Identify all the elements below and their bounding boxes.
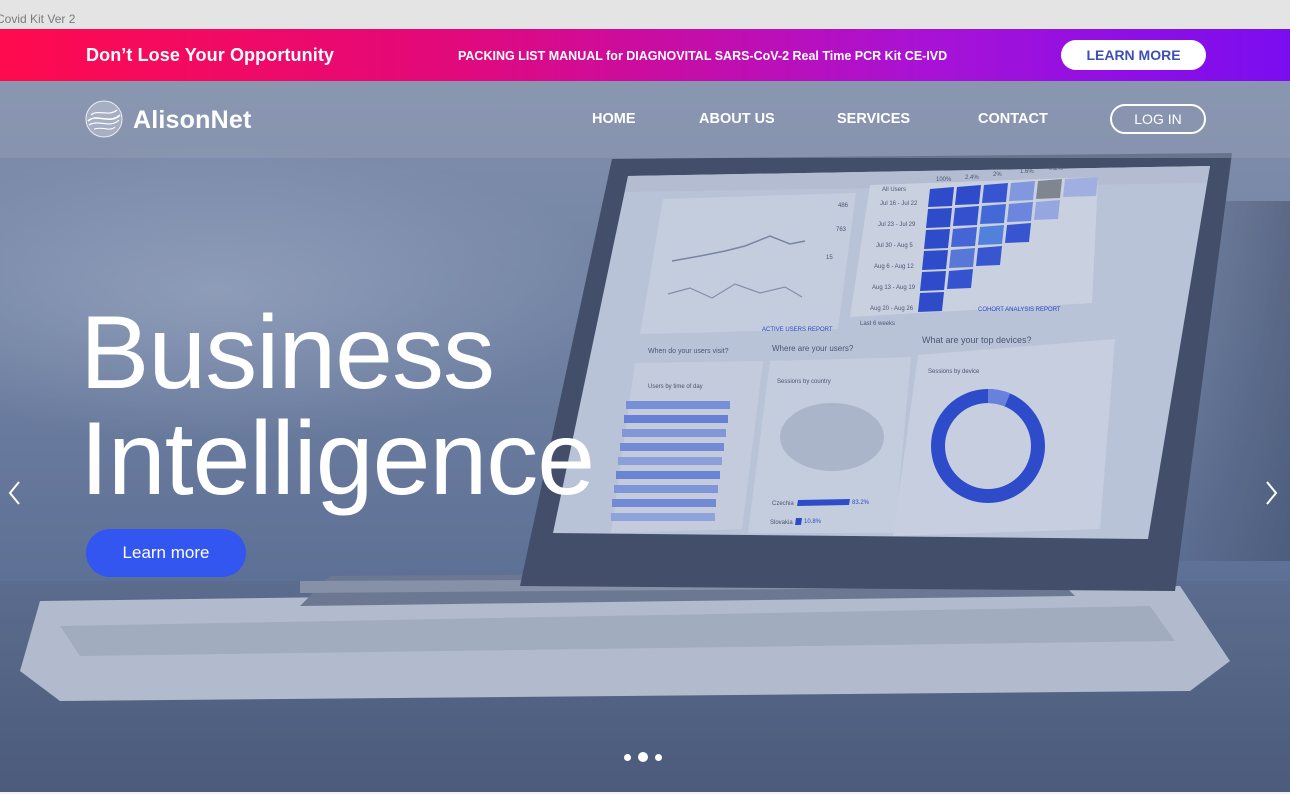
screen-pct-2: 2.4% bbox=[965, 175, 979, 181]
cohort-report-link: COHORT ANALYSIS REPORT bbox=[978, 307, 1061, 313]
slider-dot-3[interactable] bbox=[655, 754, 662, 761]
nav-home[interactable]: HOME bbox=[592, 81, 636, 158]
slider-dot-1[interactable] bbox=[624, 754, 631, 761]
nav-contact[interactable]: CONTACT bbox=[978, 81, 1048, 158]
nav-about-us[interactable]: ABOUT US bbox=[699, 81, 775, 158]
main-navbar: AlisonNet HOME ABOUT US SERVICES CONTACT… bbox=[0, 81, 1290, 158]
hero-headline-line2: Intelligence bbox=[80, 401, 595, 517]
screen-pct-5: 0.2% bbox=[1049, 166, 1063, 172]
question-devices: What are your top devices? bbox=[922, 335, 1032, 345]
slider-prev-button[interactable] bbox=[4, 477, 28, 509]
nav-services[interactable]: SERVICES bbox=[837, 81, 910, 158]
promo-title: Don’t Lose Your Opportunity bbox=[86, 45, 335, 65]
chevron-left-icon bbox=[8, 481, 20, 505]
promo-banner: Don’t Lose Your Opportunity PACKING LIST… bbox=[0, 29, 1290, 81]
question-where: Where are your users? bbox=[772, 344, 854, 353]
hero-slider: All Users 100% 2.4% 2% 1.6% 0.2% Jul 16 … bbox=[0, 81, 1290, 792]
cohort-row-3: Jul 30 - Aug 5 bbox=[876, 243, 913, 249]
window-title: Covid Kit Ver 2 bbox=[0, 12, 76, 26]
panel-country-title: Sessions by country bbox=[777, 379, 831, 385]
hero-headline-line1: Business bbox=[80, 295, 495, 411]
learn-more-button[interactable]: LEARN MORE bbox=[1061, 40, 1206, 70]
country-value-1: 83.2% bbox=[852, 500, 870, 506]
slider-dots bbox=[622, 751, 666, 763]
screen-pct-4: 1.6% bbox=[1020, 169, 1034, 175]
brand-name[interactable]: AlisonNet bbox=[133, 103, 251, 137]
active-users-link: ACTIVE USERS REPORT bbox=[762, 327, 833, 333]
login-button[interactable]: LOG IN bbox=[1110, 104, 1206, 134]
slider-dot-2[interactable] bbox=[638, 752, 648, 762]
panel-time-title: Users by time of day bbox=[648, 384, 703, 390]
country-name-2: Slovakia bbox=[770, 520, 793, 526]
globe-swirl-icon[interactable] bbox=[84, 99, 124, 139]
hero-learn-more-button[interactable]: Learn more bbox=[86, 529, 246, 577]
screen-legend: All Users bbox=[882, 187, 906, 193]
cohort-row-6: Aug 20 - Aug 26 bbox=[870, 306, 914, 312]
country-value-2: 10.8% bbox=[804, 519, 822, 525]
cohort-row-5: Aug 13 - Aug 19 bbox=[872, 285, 916, 291]
cohort-row-1: Jul 16 - Jul 22 bbox=[880, 201, 918, 207]
cohort-row-4: Aug 6 - Aug 12 bbox=[874, 264, 914, 270]
cohort-row-2: Jul 23 - Jul 29 bbox=[878, 222, 916, 228]
range-selector: Last 6 weeks bbox=[860, 321, 895, 327]
chevron-right-icon bbox=[1266, 481, 1278, 505]
country-name-1: Czechia bbox=[772, 501, 794, 507]
promo-text: PACKING LIST MANUAL for DIAGNOVITAL SARS… bbox=[458, 49, 948, 63]
slider-next-button[interactable] bbox=[1262, 477, 1286, 509]
question-visit: When do your users visit? bbox=[648, 348, 729, 355]
panel-device-title: Sessions by device bbox=[928, 369, 980, 375]
metric-3: 15 bbox=[826, 255, 833, 261]
screen-pct-3: 2% bbox=[993, 172, 1002, 178]
screen-pct-1: 100% bbox=[936, 177, 952, 183]
window-title-bar: Covid Kit Ver 2 bbox=[0, 0, 1290, 29]
metric-2: 763 bbox=[836, 227, 847, 233]
metric-1: 486 bbox=[838, 203, 849, 209]
